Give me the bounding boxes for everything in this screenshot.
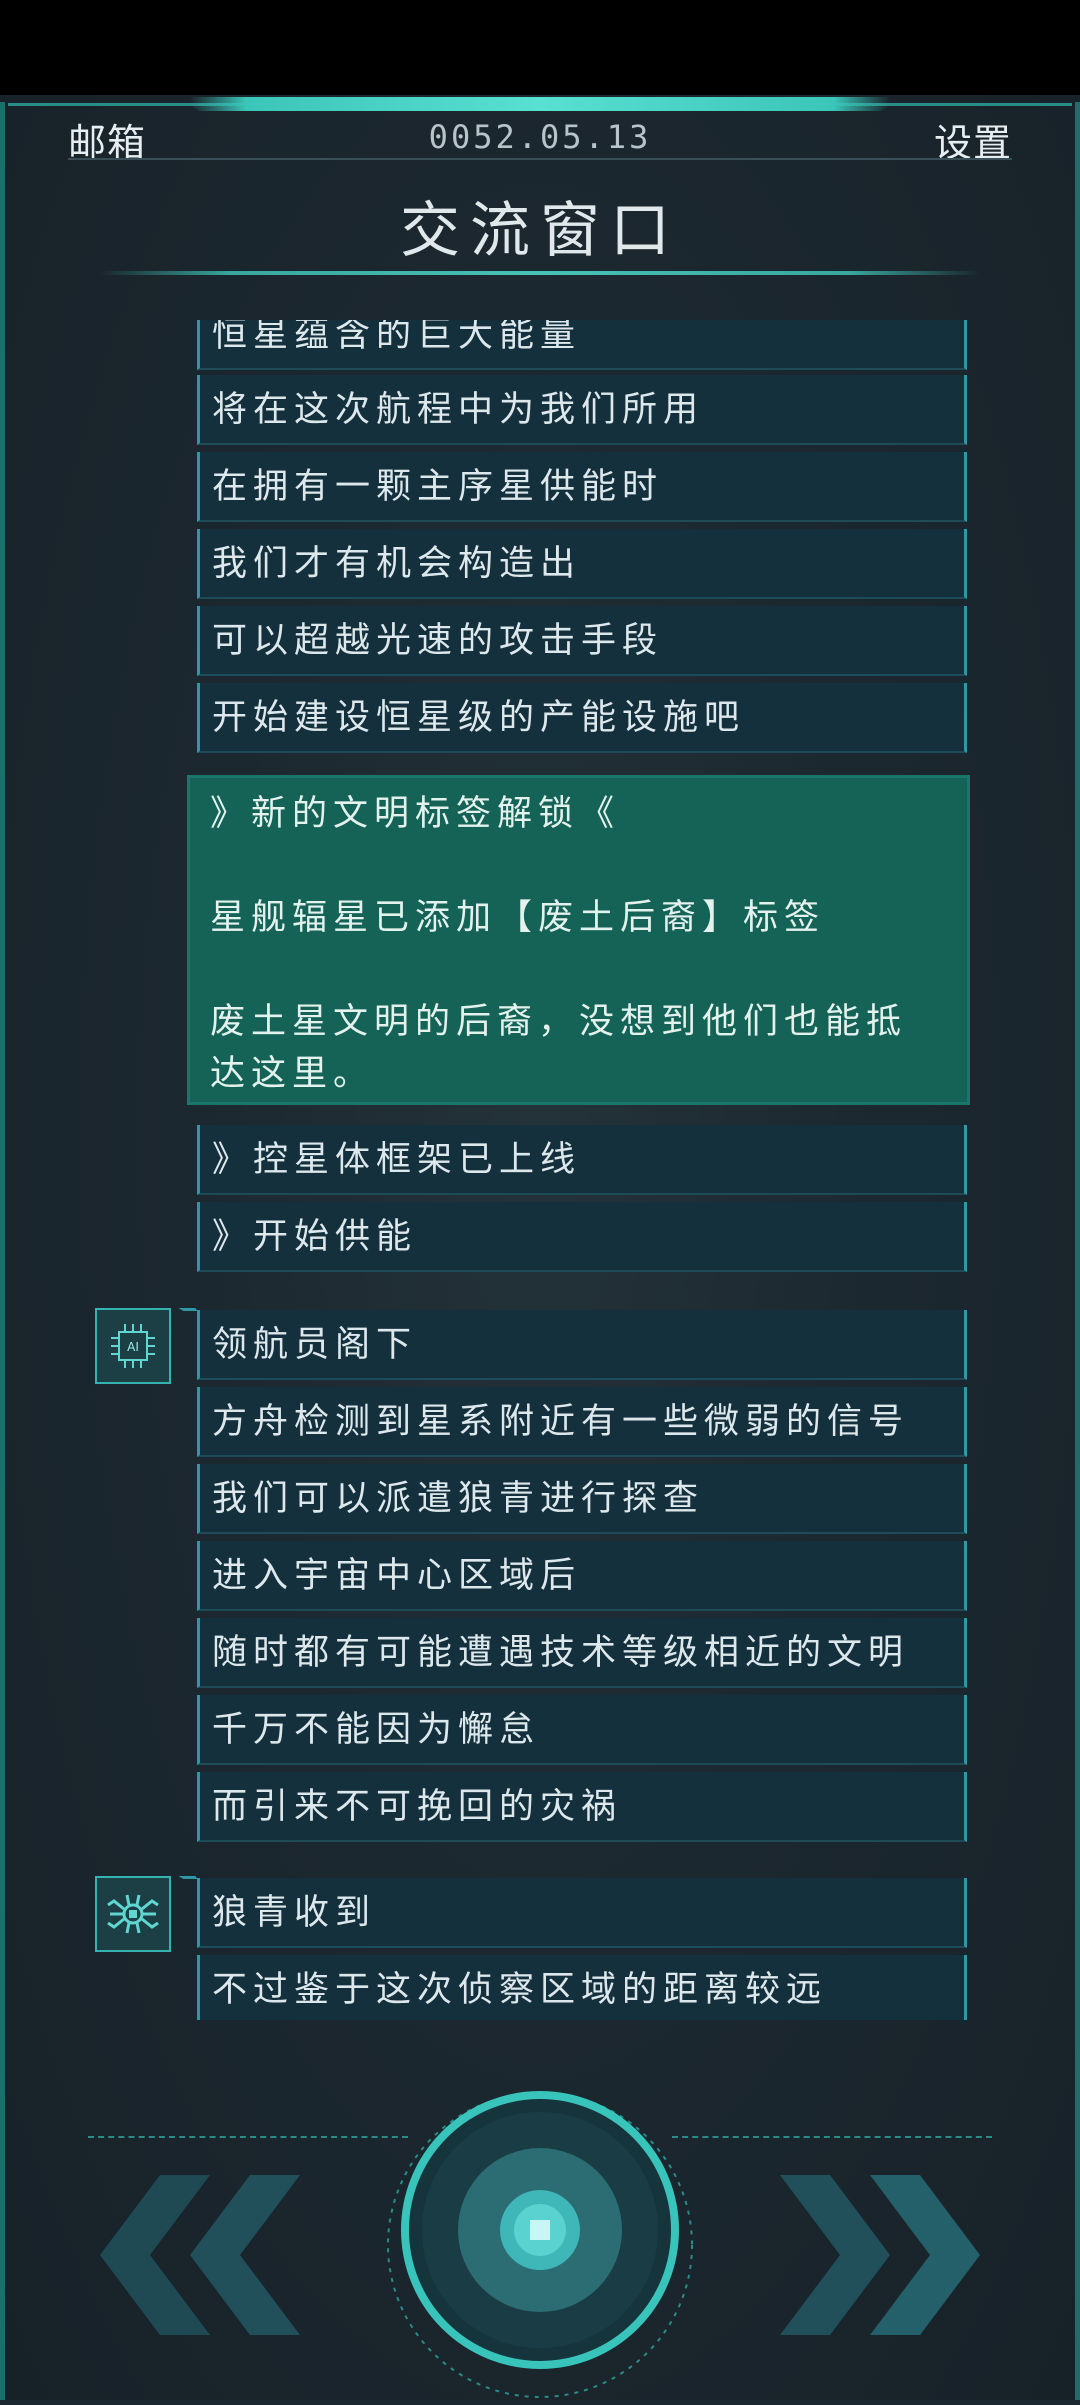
message-text: 随时都有可能遭遇技术等级相近的文明	[212, 1633, 910, 1673]
notice-tag-line: 星舰辐星已添加【废土后裔】标签	[210, 898, 826, 938]
system-row: 》开始供能	[197, 1202, 967, 1272]
message-text: 恒星蕴含的巨大能量	[212, 320, 582, 355]
system-text: 》控星体框架已上线	[212, 1140, 582, 1180]
message-row: 我们才有机会构造出	[197, 529, 967, 599]
double-chevron-left-icon[interactable]	[100, 2175, 320, 2335]
civilization-tag-notice: 》新的文明标签解锁《 星舰辐星已添加【废土后裔】标签 废土星文明的后裔，没想到他…	[187, 775, 970, 1105]
message-row: 在拥有一颗主序星供能时	[197, 452, 967, 522]
scout-avatar	[95, 1876, 171, 1952]
message-text: 我们可以派遣狼青进行探查	[212, 1479, 705, 1519]
message-text: 狼青收到	[212, 1893, 377, 1933]
message-log[interactable]: 恒星蕴含的巨大能量 将在这次航程中为我们所用 在拥有一颗主序星供能时 我们才有机…	[0, 320, 1080, 2020]
message-text: 进入宇宙中心区域后	[212, 1556, 582, 1596]
system-text: 》开始供能	[212, 1217, 418, 1257]
message-row: 将在这次航程中为我们所用	[197, 375, 967, 445]
game-date: 0052.05.13	[428, 118, 652, 156]
ai-chip-label: AI	[127, 1340, 139, 1354]
message-row: 狼青收到	[197, 1878, 967, 1948]
header-divider	[68, 158, 1012, 160]
message-row: 进入宇宙中心区域后	[197, 1541, 967, 1611]
message-row: 领航员阁下	[197, 1310, 967, 1380]
message-text: 将在这次航程中为我们所用	[212, 390, 705, 430]
message-text: 开始建设恒星级的产能设施吧	[212, 698, 746, 738]
message-text: 领航员阁下	[212, 1325, 418, 1365]
message-text: 在拥有一颗主序星供能时	[212, 467, 664, 507]
message-row: 恒星蕴含的巨大能量	[197, 320, 967, 370]
message-row: 而引来不可挽回的灾祸	[197, 1772, 967, 1842]
message-text: 可以超越光速的攻击手段	[212, 621, 664, 661]
message-text: 方舟检测到星系附近有一些微弱的信号	[212, 1402, 910, 1442]
ai-chip-icon: AI	[111, 1324, 155, 1368]
message-row: 开始建设恒星级的产能设施吧	[197, 683, 967, 753]
message-row: 可以超越光速的攻击手段	[197, 606, 967, 676]
title-underline	[100, 271, 980, 275]
message-row: 随时都有可能遭遇技术等级相近的文明	[197, 1618, 967, 1688]
message-text: 千万不能因为懈怠	[212, 1710, 541, 1750]
robot-spider-icon	[107, 1894, 159, 1934]
message-text: 我们才有机会构造出	[212, 544, 582, 584]
message-text: 而引来不可挽回的灾祸	[212, 1787, 623, 1827]
message-row: 不过鉴于这次侦察区域的距离较远	[197, 1955, 967, 2020]
status-bar-area	[0, 0, 1080, 95]
control-divider-right	[672, 2136, 992, 2138]
ai-avatar: AI	[95, 1308, 171, 1384]
message-row: 千万不能因为懈怠	[197, 1695, 967, 1765]
notice-heading: 》新的文明标签解锁《	[210, 794, 621, 834]
message-text: 不过鉴于这次侦察区域的距离较远	[212, 1970, 828, 2010]
core-button-icon[interactable]	[380, 2085, 700, 2405]
message-row: 我们可以派遣狼青进行探查	[197, 1464, 967, 1534]
message-row: 方舟检测到星系附近有一些微弱的信号	[197, 1387, 967, 1457]
control-divider-left	[88, 2136, 408, 2138]
double-chevron-right-icon[interactable]	[760, 2175, 980, 2335]
notice-description: 废土星文明的后裔，没想到他们也能抵达这里。	[210, 1002, 908, 1094]
page-title: 交流窗口	[400, 196, 680, 266]
frame-top-glow	[190, 97, 890, 111]
system-row: 》控星体框架已上线	[197, 1125, 967, 1195]
